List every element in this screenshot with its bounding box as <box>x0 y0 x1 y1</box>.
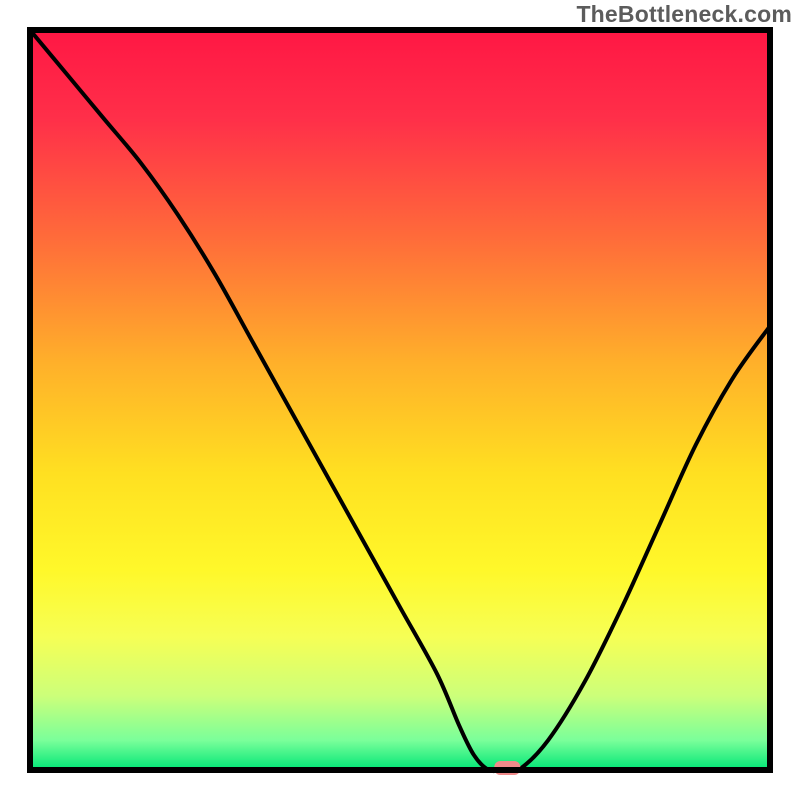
watermark-text: TheBottleneck.com <box>576 1 792 28</box>
gradient-background <box>30 30 770 770</box>
plot-area <box>30 30 770 775</box>
bottleneck-chart <box>0 0 800 800</box>
chart-container: TheBottleneck.com <box>0 0 800 800</box>
